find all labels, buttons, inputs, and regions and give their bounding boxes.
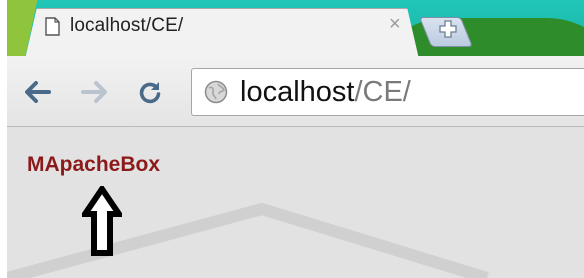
browser-window: localhost/CE/ × localhost/CE/ MApacheBox	[7, 0, 584, 278]
address-text: localhost/CE/	[240, 76, 411, 109]
back-arrow-icon	[25, 81, 51, 103]
globe-icon	[204, 80, 228, 104]
forward-button[interactable]	[79, 77, 109, 107]
tab-title: localhost/CE/	[70, 15, 184, 36]
brand-link[interactable]: MApacheBox	[27, 153, 160, 177]
up-arrow-icon	[82, 186, 122, 256]
back-button[interactable]	[23, 77, 53, 107]
close-icon[interactable]: ×	[389, 13, 401, 35]
toolbar: localhost/CE/	[7, 56, 584, 127]
page-content: MApacheBox	[7, 127, 584, 278]
forward-arrow-icon	[81, 81, 107, 103]
address-bar[interactable]: localhost/CE/	[191, 68, 584, 116]
reload-icon	[139, 82, 161, 104]
tab-strip: localhost/CE/ ×	[7, 0, 584, 56]
address-host: localhost	[240, 76, 355, 108]
reload-button[interactable]	[135, 77, 165, 107]
page-icon	[45, 17, 60, 36]
address-path: /CE/	[354, 76, 411, 108]
new-tab-icon	[435, 16, 461, 42]
